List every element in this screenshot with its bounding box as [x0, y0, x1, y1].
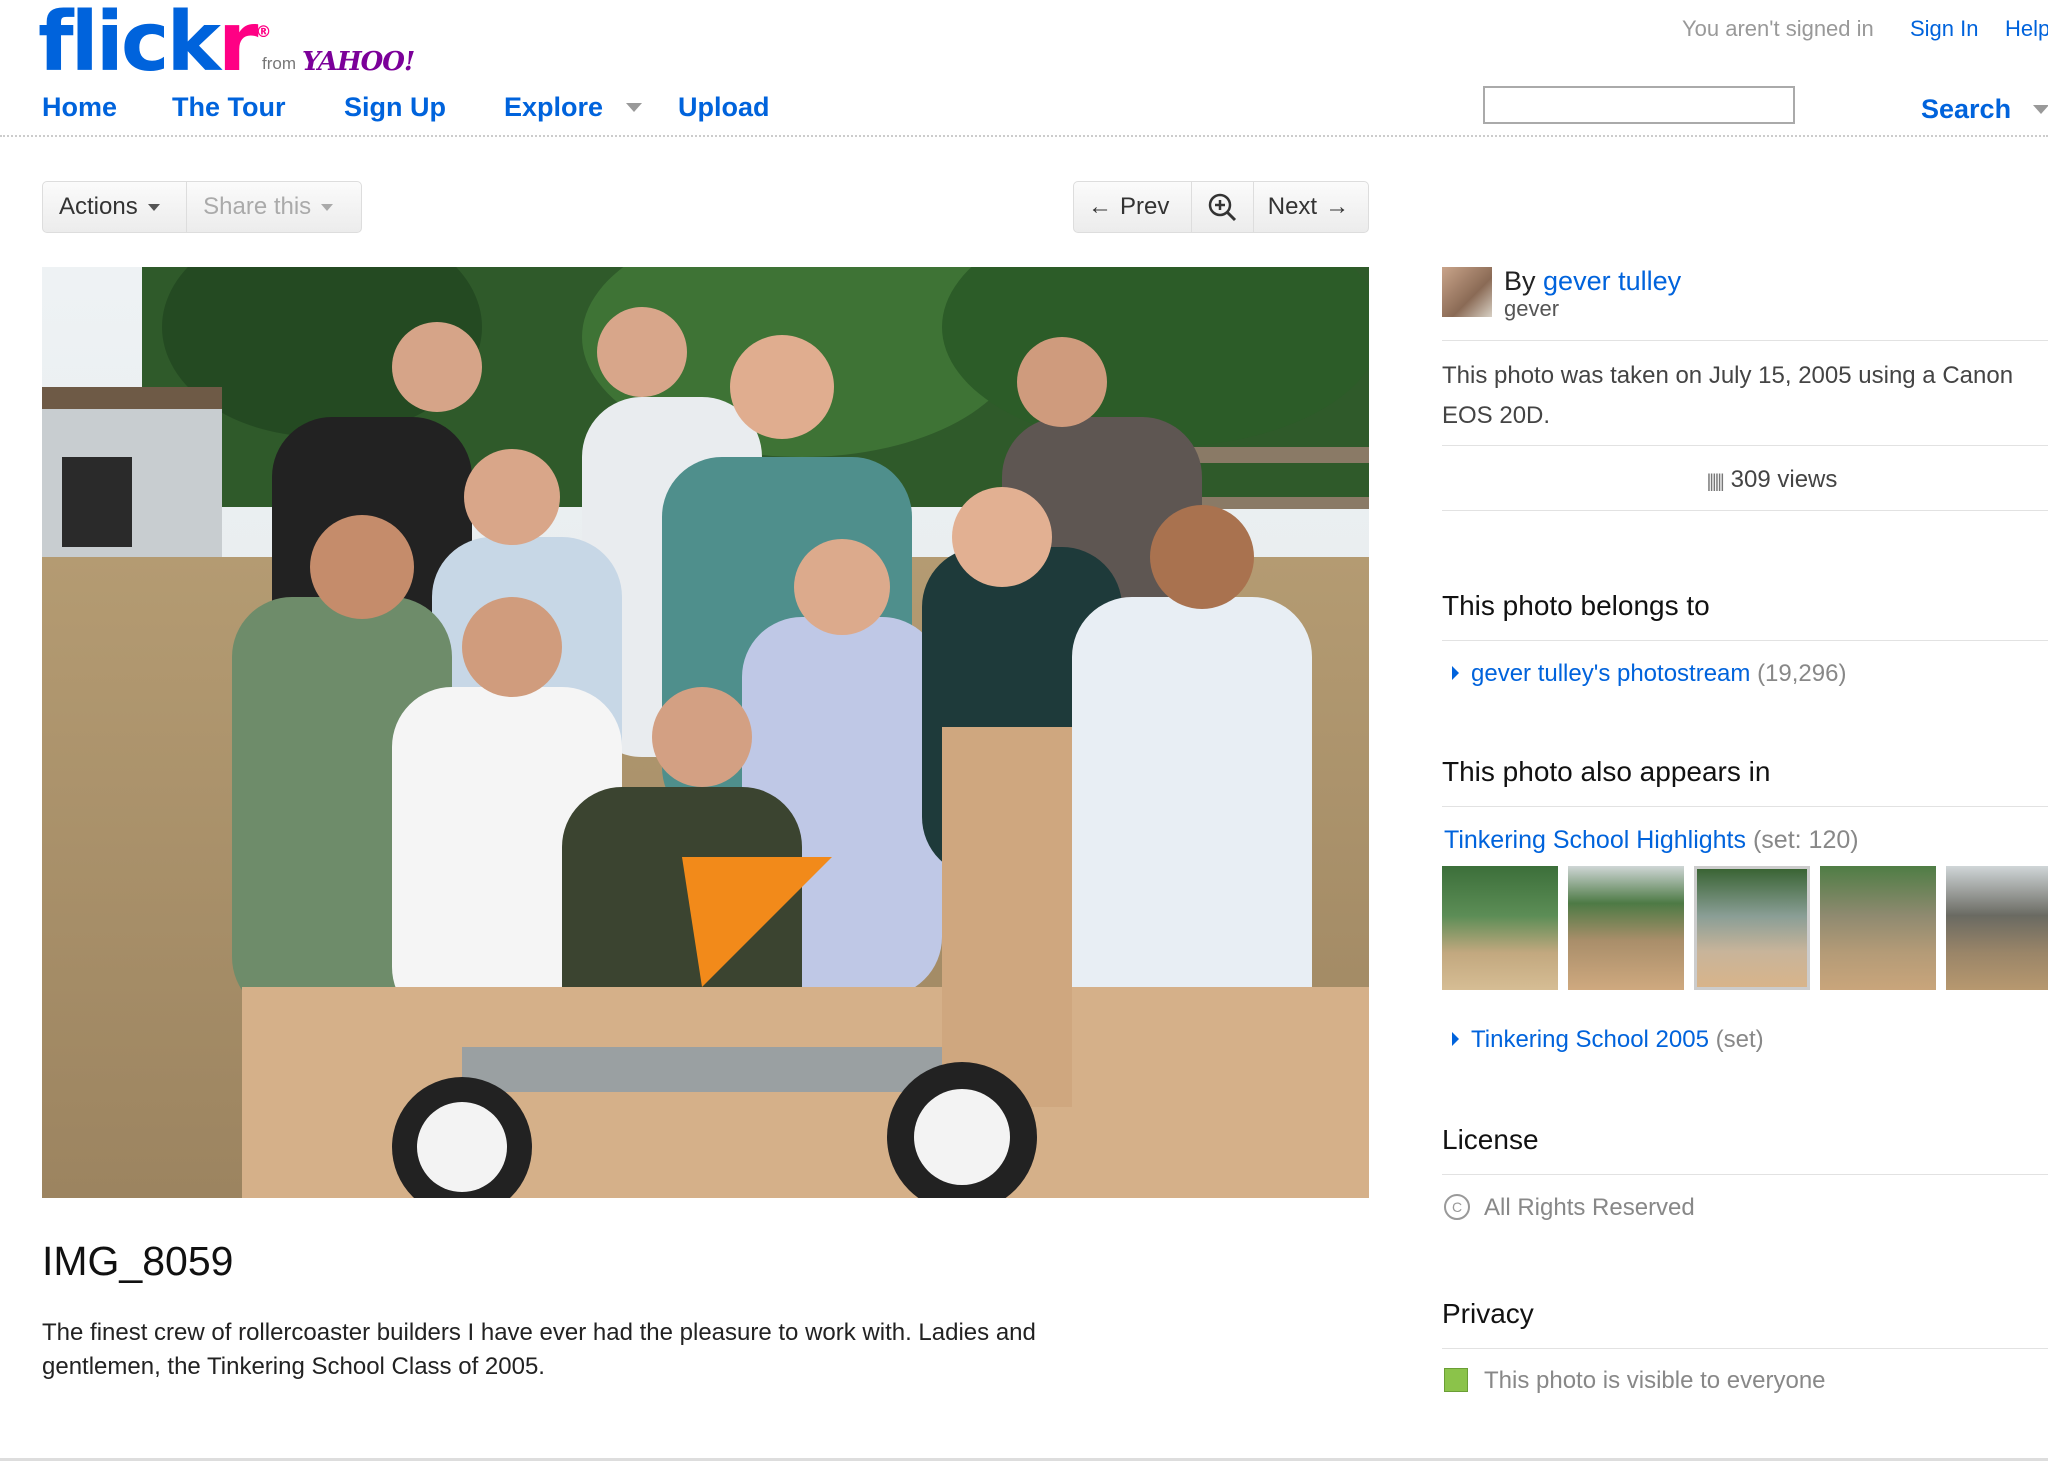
actions-button[interactable]: Actions [43, 182, 186, 232]
divider [1442, 806, 2048, 807]
owner-avatar[interactable] [1442, 267, 1492, 317]
next-button[interactable]: Next → [1252, 182, 1368, 232]
owner-byline: By gever tulley [1504, 266, 1682, 296]
set-thumbnail-strip [1442, 866, 2048, 990]
divider [1442, 1348, 2048, 1349]
view-count: |||||| 309 views [1706, 466, 1838, 493]
action-button-group: Actions Share this [42, 181, 362, 233]
photostream-entry: gever tulley's photostream (19,296) [1452, 660, 1846, 688]
set-thumbnail[interactable] [1442, 866, 1558, 990]
help-link[interactable]: Help [2005, 16, 2048, 42]
explore-dropdown-icon[interactable] [626, 103, 642, 112]
expand-arrow-icon[interactable] [1452, 665, 1459, 680]
nav-sign-up[interactable]: Sign Up [344, 92, 446, 123]
set-thumbnail[interactable] [1568, 866, 1684, 990]
footer-divider [0, 1458, 2048, 1461]
arrow-right-icon: → [1325, 193, 1350, 220]
divider [1442, 340, 2048, 341]
set-thumbnail[interactable] [1820, 866, 1936, 990]
divider [1442, 1174, 2048, 1175]
set-2005-link[interactable]: Tinkering School 2005 [1471, 1026, 1709, 1053]
set-thumbnail[interactable] [1946, 866, 2048, 990]
set-highlights: Tinkering School Highlights (set: 120) [1444, 826, 1859, 854]
photo-navigation-group: ← Prev Next → [1073, 181, 1369, 233]
nav-home[interactable]: Home [42, 92, 117, 123]
arrow-left-icon: ← [1088, 193, 1112, 220]
nav-upload[interactable]: Upload [678, 92, 770, 123]
yahoo-logo: YAHOO! [302, 47, 415, 77]
divider [1442, 640, 2048, 641]
owner-username: gever [1504, 296, 1560, 321]
photo-description: The finest crew of rollercoaster builder… [42, 1319, 1036, 1380]
search-button[interactable]: Search [1921, 94, 2011, 125]
sign-in-link[interactable]: Sign In [1910, 16, 1979, 42]
owner-name-link[interactable]: gever tulley [1543, 266, 1681, 296]
set-highlights-link[interactable]: Tinkering School Highlights [1444, 826, 1746, 854]
group-photo-image [42, 267, 1369, 1198]
photo-taken-info: This photo was taken on July 15, 2005 us… [1442, 362, 2014, 429]
main-photo[interactable] [42, 267, 1369, 1198]
header-divider [0, 135, 2048, 137]
belongs-heading: This photo belongs to [1442, 590, 1710, 621]
photo-title: IMG_8059 [42, 1238, 234, 1284]
license-heading: License [1442, 1124, 1539, 1155]
photostream-link[interactable]: gever tulley's photostream [1471, 660, 1750, 687]
nav-explore[interactable]: Explore [504, 92, 603, 123]
search-options-dropdown-icon[interactable] [2033, 105, 2048, 114]
caret-down-icon [321, 203, 334, 211]
privacy-public-icon [1444, 1367, 1468, 1392]
divider [1442, 510, 2048, 511]
expand-arrow-icon[interactable] [1452, 1031, 1459, 1046]
set-thumbnail-current[interactable] [1694, 866, 1810, 990]
share-this-button[interactable]: Share this [186, 182, 361, 232]
from-label: from [262, 54, 296, 73]
stats-bars-icon: |||||| [1706, 471, 1725, 491]
prev-button[interactable]: ← Prev [1074, 182, 1191, 232]
set-2005: Tinkering School 2005 (set) [1452, 1026, 1764, 1054]
flickr-logo[interactable]: flickr® [38, 2, 271, 84]
copyright-icon: C [1444, 1193, 1470, 1220]
caret-down-icon [147, 203, 160, 211]
privacy-info: This photo is visible to everyone [1444, 1367, 1826, 1395]
signed-in-status: You aren't signed in [1682, 16, 1874, 41]
zoom-in-icon [1209, 193, 1237, 222]
search-input[interactable] [1483, 86, 1795, 124]
divider [1442, 445, 2048, 446]
appears-in-heading: This photo also appears in [1442, 756, 1771, 787]
license-info: C All Rights Reserved [1444, 1193, 1695, 1222]
zoom-button[interactable] [1191, 182, 1252, 232]
nav-the-tour[interactable]: The Tour [172, 92, 285, 123]
privacy-heading: Privacy [1442, 1298, 1534, 1329]
